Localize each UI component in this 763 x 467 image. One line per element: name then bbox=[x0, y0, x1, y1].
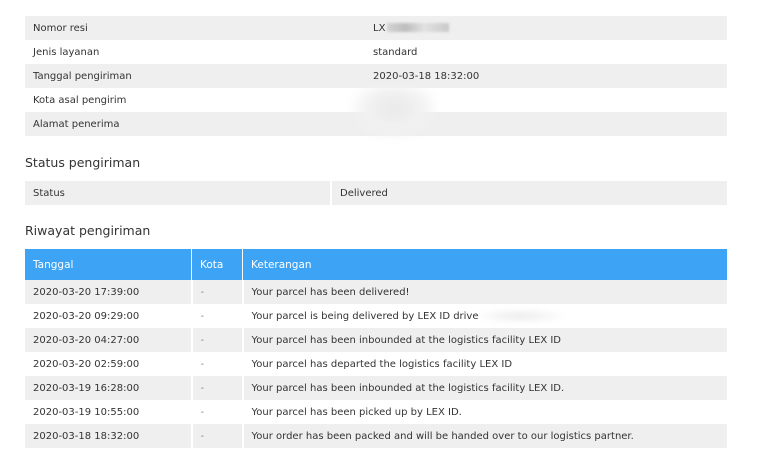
history-row: 2020-03-19 16:28:00 - Your parcel has be… bbox=[25, 376, 727, 400]
redacted-address-block bbox=[352, 86, 436, 138]
column-header-city: Kota bbox=[191, 249, 243, 280]
history-city: - bbox=[190, 328, 243, 352]
history-note: Your parcel has been delivered! bbox=[241, 280, 727, 304]
detail-value-service-type: standard bbox=[373, 46, 418, 58]
detail-label: Alamat penerima bbox=[33, 118, 120, 130]
history-city: - bbox=[190, 424, 243, 448]
history-date: 2020-03-20 09:29:00 bbox=[33, 310, 140, 322]
history-row: 2020-03-20 04:27:00 - Your parcel has be… bbox=[25, 328, 727, 352]
status-section-title: Status pengiriman bbox=[25, 155, 141, 170]
detail-value-shipping-date: 2020-03-18 18:32:00 bbox=[373, 70, 480, 82]
history-city: - bbox=[190, 280, 243, 304]
detail-row-service-type: Jenis layanan standard bbox=[25, 40, 727, 64]
history-date: 2020-03-18 18:32:00 bbox=[25, 424, 192, 448]
history-city: - bbox=[190, 304, 243, 328]
history-note: Your parcel has been picked up by LEX ID… bbox=[241, 400, 727, 424]
history-row: 2020-03-20 02:59:00 - Your parcel has de… bbox=[25, 352, 727, 376]
history-row: 2020-03-18 18:32:00 - Your order has bee… bbox=[25, 424, 727, 448]
tracking-history-table: Tanggal Kota Keterangan 2020-03-20 17:39… bbox=[25, 249, 727, 448]
history-row: 2020-03-19 10:55:00 - Your parcel has be… bbox=[25, 400, 727, 424]
status-label: Status bbox=[25, 181, 332, 205]
history-row: 2020-03-20 17:39:00 - Your parcel has be… bbox=[25, 280, 727, 304]
tracking-number-value: LX bbox=[373, 22, 386, 34]
history-note: Your parcel has departed the logistics f… bbox=[241, 352, 727, 376]
history-city: - bbox=[190, 352, 243, 376]
history-note: Your parcel has been inbounded at the lo… bbox=[241, 328, 727, 352]
history-note: Your parcel has been inbounded at the lo… bbox=[241, 376, 727, 400]
detail-label: Kota asal pengirim bbox=[33, 94, 127, 106]
detail-label: Nomor resi bbox=[33, 22, 88, 34]
detail-row-shipping-date: Tanggal pengiriman 2020-03-18 18:32:00 bbox=[25, 64, 727, 88]
detail-label: Jenis layanan bbox=[33, 46, 100, 58]
redacted-driver-name bbox=[478, 309, 563, 323]
history-date: 2020-03-20 04:27:00 bbox=[25, 328, 192, 352]
redacted-tracking-number bbox=[387, 23, 450, 32]
detail-label: Tanggal pengiriman bbox=[33, 70, 132, 82]
history-city: - bbox=[190, 400, 243, 424]
history-header-row: Tanggal Kota Keterangan bbox=[25, 249, 727, 280]
history-date: 2020-03-20 17:39:00 bbox=[25, 280, 192, 304]
history-section-title: Riwayat pengiriman bbox=[25, 223, 151, 238]
status-value: Delivered bbox=[340, 187, 388, 199]
detail-value-tracking-number: LX bbox=[365, 16, 727, 40]
column-header-description: Keterangan bbox=[242, 249, 727, 280]
history-date: 2020-03-19 10:55:00 bbox=[33, 406, 140, 418]
history-date: 2020-03-19 16:28:00 bbox=[25, 376, 192, 400]
status-row: Status Delivered bbox=[25, 181, 727, 205]
history-note-cell: Your parcel is being delivered by LEX ID… bbox=[241, 304, 727, 328]
history-note: Your parcel is being delivered by LEX ID… bbox=[251, 311, 479, 322]
history-city: - bbox=[190, 376, 243, 400]
status-table: Status Delivered bbox=[25, 181, 727, 205]
history-row: 2020-03-20 09:29:00 - Your parcel is bei… bbox=[25, 304, 727, 328]
column-header-date: Tanggal bbox=[25, 249, 192, 280]
detail-row-tracking-number: Nomor resi LX bbox=[25, 16, 727, 40]
history-note: Your order has been packed and will be h… bbox=[241, 424, 727, 448]
history-date: 2020-03-20 02:59:00 bbox=[33, 358, 140, 370]
